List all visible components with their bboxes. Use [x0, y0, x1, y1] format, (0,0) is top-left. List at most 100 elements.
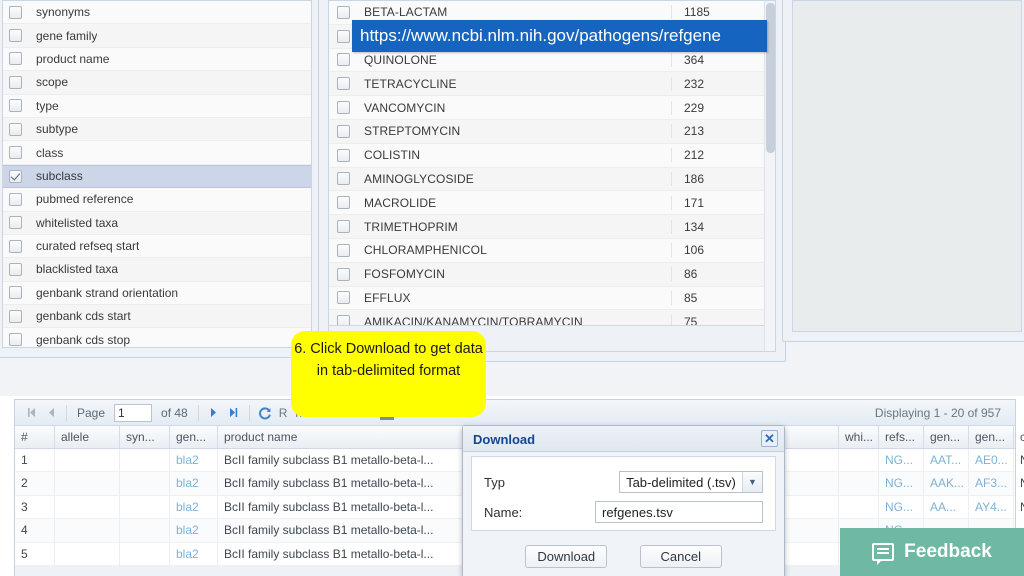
grid-column-header-num[interactable]: # [15, 426, 55, 448]
chevron-down-icon[interactable]: ▼ [742, 472, 762, 492]
right-empty-panel [782, 0, 1024, 342]
page-input[interactable] [114, 403, 153, 422]
grid-column-header-whi[interactable]: whi... [839, 426, 879, 448]
grid-column-header-gen2[interactable]: gen... [969, 426, 1014, 448]
dialog-download-button[interactable]: Download [525, 545, 608, 568]
field-filter-item[interactable]: scope [3, 71, 311, 95]
field-filter-item-label: synonyms [36, 5, 91, 20]
checkbox-icon[interactable] [9, 99, 22, 113]
checkbox-icon[interactable] [9, 333, 22, 347]
field-filter-item-label: class [36, 145, 64, 160]
checkbox-icon[interactable] [9, 122, 22, 136]
field-filter-list[interactable]: synonyms gene family product name scope type… [3, 1, 311, 347]
grid-column-header-product[interactable]: product name [218, 426, 476, 448]
close-icon[interactable]: ✕ [761, 430, 778, 447]
displaying-count: Displaying 1 - 20 of 957 [874, 405, 1001, 420]
checkbox-icon[interactable] [337, 243, 350, 257]
checkbox-icon[interactable] [337, 53, 350, 67]
field-filter-item[interactable]: genbank cds start [3, 305, 311, 329]
grid-cell-cur: No [1014, 496, 1024, 518]
field-filter-item[interactable]: subclass [3, 164, 311, 189]
field-filter-item[interactable]: synonyms [3, 1, 311, 25]
field-filter-item[interactable]: genbank cds stop [3, 328, 311, 347]
field-filter-item[interactable]: whitelisted taxa [3, 211, 311, 235]
subclass-value-item[interactable]: MACROLIDE 171 [329, 191, 775, 216]
feedback-button[interactable]: Feedback [840, 528, 1024, 576]
checkbox-icon[interactable] [337, 196, 350, 210]
subclass-value-item[interactable]: TRIMETHOPRIM 134 [329, 215, 775, 239]
checkbox-icon[interactable] [337, 291, 350, 305]
grid-cell-syn [120, 449, 170, 472]
field-filter-item[interactable]: product name [3, 47, 311, 72]
checkbox-icon[interactable] [337, 267, 350, 281]
subclass-value-item[interactable]: EFFLUX 85 [329, 286, 775, 311]
checkbox-icon[interactable] [9, 239, 22, 253]
checkbox-icon[interactable] [9, 192, 22, 206]
checkbox-icon[interactable] [9, 286, 22, 300]
checkbox-icon[interactable] [9, 146, 22, 160]
field-filter-item[interactable]: curated refseq start [3, 234, 311, 259]
next-page-icon[interactable] [204, 403, 224, 423]
first-page-icon[interactable] [21, 403, 41, 423]
checkbox-icon[interactable] [9, 75, 22, 89]
subclass-value-count: 212 [671, 148, 775, 163]
field-filter-item[interactable]: type [3, 94, 311, 118]
reset-label[interactable]: R [275, 406, 292, 420]
checkbox-icon[interactable] [337, 101, 350, 115]
field-filter-item[interactable]: class [3, 141, 311, 165]
field-filter-item[interactable]: genbank strand orientation [3, 281, 311, 306]
filename-input[interactable] [595, 501, 763, 523]
checkbox-icon[interactable] [9, 5, 22, 19]
checkbox-icon[interactable] [9, 216, 22, 230]
checkbox-icon[interactable] [337, 124, 350, 138]
checkbox-icon[interactable] [9, 52, 22, 66]
subclass-value-item[interactable]: QUINOLONE 364 [329, 48, 775, 73]
type-select[interactable]: Tab-delimited (.tsv) ▼ [619, 471, 763, 493]
checkbox-icon[interactable] [9, 262, 22, 276]
subclass-value-item[interactable]: CHLORAMPHENICOL 106 [329, 238, 775, 263]
toolbar-divider-2 [197, 404, 199, 421]
field-filter-item-label: product name [36, 51, 110, 66]
checkbox-icon[interactable] [337, 148, 350, 162]
grid-column-header-refs[interactable]: refs... [879, 426, 924, 448]
field-filter-item[interactable]: blacklisted taxa [3, 258, 311, 282]
checkbox-icon[interactable] [337, 29, 350, 43]
field-filter-item[interactable]: gene family [3, 24, 311, 48]
subclass-value-label: MACROLIDE [364, 195, 437, 210]
refresh-icon[interactable] [255, 403, 275, 423]
grid-column-header-allele[interactable]: allele [55, 426, 120, 448]
checkbox-icon[interactable] [337, 5, 350, 19]
field-filter-item[interactable]: subtype [3, 117, 311, 142]
grid-column-header-cur[interactable]: cur... [1014, 426, 1024, 448]
checkbox-icon[interactable] [9, 29, 22, 43]
feedback-label: Feedback [904, 541, 992, 562]
subclass-value-item[interactable]: TETRACYCLINE 232 [329, 72, 775, 97]
checkbox-icon[interactable] [9, 309, 22, 323]
type-field-row: Typ Tab-delimited (.tsv) ▼ [484, 467, 763, 497]
download-dialog-body: Typ Tab-delimited (.tsv) ▼ Name: [471, 456, 776, 531]
checkbox-icon[interactable] [337, 220, 350, 234]
scrollbar-thumb[interactable] [766, 3, 775, 153]
grid-cell-product: BcII family subclass B1 metallo-beta-l..… [218, 495, 476, 519]
dialog-cancel-button[interactable]: Cancel [639, 545, 722, 568]
checkbox-icon[interactable] [337, 77, 350, 91]
previous-page-icon[interactable] [41, 403, 61, 423]
grid-column-header-syn[interactable]: syn... [120, 426, 170, 448]
subclass-value-item[interactable]: STREPTOMYCIN 213 [329, 119, 775, 144]
grid-column-header-gen1[interactable]: gen... [924, 426, 969, 448]
field-filter-item[interactable]: pubmed reference [3, 188, 311, 212]
subclass-value-item[interactable]: COLISTIN 212 [329, 143, 775, 168]
grid-cell-num: 5 [15, 542, 55, 565]
grid-column-header-gene[interactable]: gen... [170, 426, 218, 448]
subclass-value-label: TRIMETHOPRIM [364, 219, 458, 234]
checkbox-icon[interactable] [337, 172, 350, 186]
toolbar-divider-3 [248, 404, 250, 421]
subclass-value-item[interactable]: AMINOGLYCOSIDE 186 [329, 167, 775, 192]
grid-cell-allele [55, 495, 120, 519]
subclass-value-item[interactable]: FOSFOMYCIN 86 [329, 262, 775, 287]
checkbox-checked-icon[interactable] [9, 169, 22, 183]
last-page-icon[interactable] [224, 403, 244, 423]
subclass-value-item[interactable]: VANCOMYCIN 229 [329, 96, 775, 120]
field-filter-panel-inner: synonyms gene family product name scope type… [2, 0, 312, 348]
subclass-list-scrollbar[interactable] [764, 1, 775, 351]
